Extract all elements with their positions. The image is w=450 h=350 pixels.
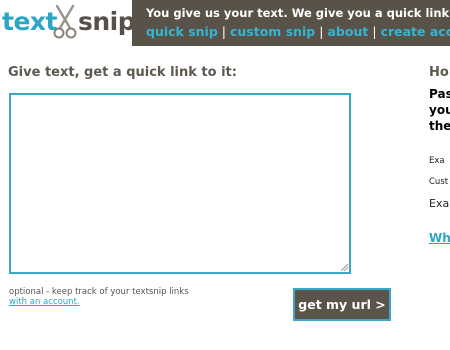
- nav-about[interactable]: about: [327, 24, 368, 39]
- nav-custom-snip[interactable]: custom snip: [230, 24, 315, 39]
- text-input[interactable]: [9, 93, 351, 274]
- nav-separator: |: [221, 24, 226, 39]
- header-bar: You give us your text. We give you a qui…: [132, 0, 450, 46]
- get-url-button[interactable]: get my url >: [293, 288, 391, 321]
- nav-create-account[interactable]: create account: [381, 24, 450, 39]
- right-bold-line-2: you: [429, 103, 450, 117]
- right-bold-line-3: the: [429, 119, 450, 133]
- optional-note-text: optional - keep track of your textsnip l…: [9, 287, 189, 297]
- right-column: Ho Pas you the Exa Cust Exa Wh: [429, 65, 450, 255]
- top-bar: text snip You give us your text. We give…: [0, 0, 450, 46]
- resize-grip-icon[interactable]: [339, 262, 349, 272]
- right-example-2: Cust: [429, 177, 449, 187]
- scissors-icon: [53, 4, 77, 39]
- main-nav: quick snip|custom snip|about|create acco…: [146, 24, 450, 39]
- right-bold-line-1: Pas: [429, 87, 450, 101]
- logo-text-text: text: [2, 7, 57, 36]
- logo[interactable]: text snip: [0, 0, 136, 46]
- tagline: You give us your text. We give you a qui…: [146, 6, 450, 20]
- page-prompt: Give text, get a quick link to it:: [8, 65, 237, 80]
- right-heading: Ho: [429, 65, 449, 80]
- nav-quick-snip[interactable]: quick snip: [146, 24, 218, 39]
- account-link[interactable]: with an account.: [9, 297, 80, 307]
- right-example-3: Exa: [429, 197, 450, 210]
- right-example-1: Exa: [429, 156, 445, 166]
- logo-text-snip: snip: [78, 7, 136, 36]
- right-link[interactable]: Wh: [429, 231, 450, 245]
- optional-note: optional - keep track of your textsnip l…: [9, 287, 209, 307]
- nav-separator: |: [319, 24, 324, 39]
- nav-separator: |: [372, 24, 377, 39]
